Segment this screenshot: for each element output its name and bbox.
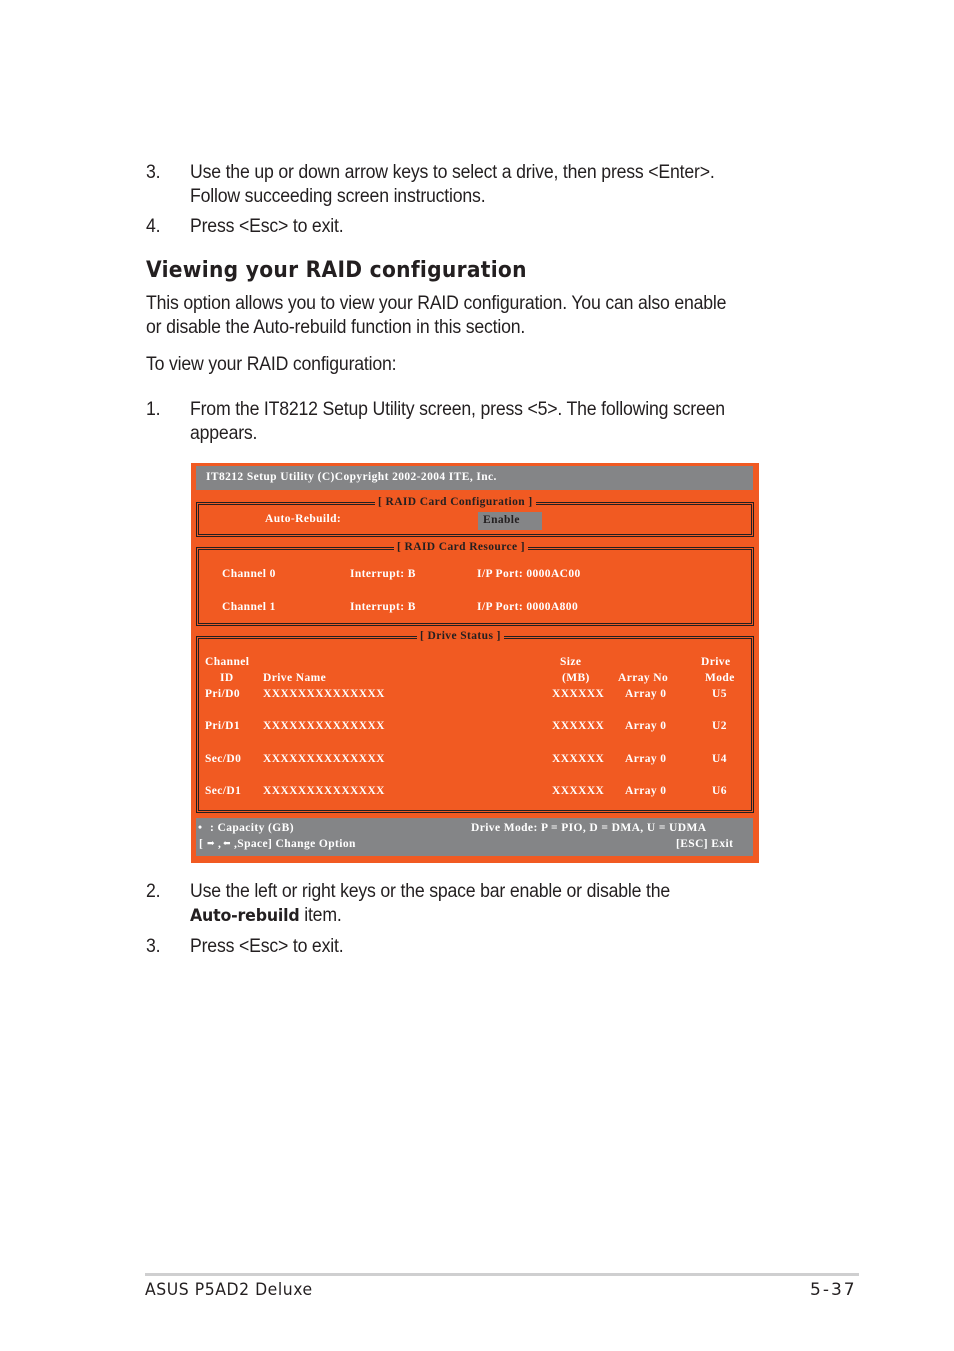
section-heading: Viewing your RAID configuration (146, 258, 527, 283)
header-size-unit: (MB) (562, 672, 590, 684)
header-drive-name: Drive Name (263, 672, 327, 684)
drive-array: Array 0 (625, 688, 667, 700)
raid-config-label: [ RAID Card Configuration ] (375, 495, 536, 509)
step-4-text: Press <Esc> to exit. (190, 216, 344, 237)
resource-panel: [ RAID Card Resource ] (196, 540, 754, 626)
bios-title: IT8212 Setup Utility (C)Copyright 2002-2… (206, 471, 497, 483)
drive-array: Array 0 (625, 720, 667, 732)
drive-size: XXXXXX (552, 753, 605, 765)
drive-mode: U6 (712, 785, 727, 797)
left-arrow-icon: ⬅ (223, 838, 231, 848)
resource-label: [ RAID Card Resource ] (394, 540, 529, 554)
auto-rebuild-value: Enable (483, 514, 520, 526)
step-3b-text: Press <Esc> to exit. (190, 936, 344, 957)
step-3-text-cont: Follow succeeding screen instructions. (190, 186, 486, 207)
to-view-text: To view your RAID configuration: (146, 354, 397, 375)
header-mode: Mode (705, 672, 735, 684)
drive-size: XXXXXX (552, 688, 605, 700)
step-1-text: From the IT8212 Setup Utility screen, pr… (190, 399, 725, 420)
channel-0-name: Channel 0 (222, 568, 276, 580)
drive-id: Pri/D0 (205, 688, 240, 700)
step-3b-number: 3. (146, 936, 161, 957)
step-2-text-cont: Auto-rebuild item. (190, 904, 342, 928)
step-2-text: Use the left or right keys or the space … (190, 881, 671, 902)
footer-divider (145, 1273, 859, 1276)
capacity-legend: : Capacity (GB) (210, 822, 294, 834)
step-1-text-cont: appears. (190, 423, 258, 444)
drive-size: XXXXXX (552, 720, 605, 732)
header-id: ID (220, 672, 234, 684)
page-number: 5-37 (810, 1280, 857, 1300)
drive-id: Pri/D1 (205, 720, 240, 732)
drive-status-label: [ Drive Status ] (417, 629, 504, 643)
drive-mode: U4 (712, 753, 727, 765)
change-option-hint: ,Space] Change Option (234, 838, 356, 850)
intro-line-1: This option allows you to view your RAID… (146, 293, 727, 314)
drive-id: Sec/D1 (205, 785, 242, 797)
header-drive: Drive (701, 656, 731, 668)
auto-rebuild-label: Auto-Rebuild: (265, 513, 342, 525)
channel-0-port: I/P Port: 0000AC00 (477, 568, 581, 580)
bios-screen: IT8212 Setup Utility (C)Copyright 2002-2… (191, 463, 759, 863)
channel-1-port: I/P Port: 0000A800 (477, 601, 579, 613)
drive-name: XXXXXXXXXXXXXX (263, 720, 385, 732)
drive-name: XXXXXXXXXXXXXX (263, 753, 385, 765)
esc-exit-hint: [ESC] Exit (676, 838, 734, 850)
bullet-icon: • (198, 822, 203, 834)
drive-array: Array 0 (625, 785, 667, 797)
header-array-no: Array No (618, 672, 669, 684)
drive-name: XXXXXXXXXXXXXX (263, 785, 385, 797)
drive-name: XXXXXXXXXXXXXX (263, 688, 385, 700)
channel-0-interrupt: Interrupt: B (350, 568, 416, 580)
step-1-number: 1. (146, 399, 161, 420)
channel-1-interrupt: Interrupt: B (350, 601, 416, 613)
header-channel: Channel (205, 656, 250, 668)
channel-1-name: Channel 1 (222, 601, 276, 613)
drive-size: XXXXXX (552, 785, 605, 797)
drive-mode: U5 (712, 688, 727, 700)
auto-rebuild-term: Auto-rebuild (190, 906, 300, 926)
step-3-number: 3. (146, 162, 161, 183)
header-size: Size (560, 656, 582, 668)
keys-prefix: [ (199, 838, 204, 850)
manual-title: ASUS P5AD2 Deluxe (145, 1280, 313, 1300)
intro-line-2: or disable the Auto-rebuild function in … (146, 317, 526, 338)
drive-mode-legend: Drive Mode: P = PIO, D = DMA, U = UDMA (471, 822, 707, 834)
drive-id: Sec/D0 (205, 753, 242, 765)
step-3-text: Use the up or down arrow keys to select … (190, 162, 715, 183)
auto-rebuild-option[interactable]: Enable (478, 512, 542, 530)
drive-array: Array 0 (625, 753, 667, 765)
bios-title-bar: IT8212 Setup Utility (C)Copyright 2002-2… (196, 466, 753, 490)
step-2-text-rest: item. (299, 905, 342, 926)
step-2-number: 2. (146, 881, 161, 902)
drive-mode: U2 (712, 720, 727, 732)
step-4-number: 4. (146, 216, 161, 237)
bios-footer-bar: • : Capacity (GB) Drive Mode: P = PIO, D… (196, 818, 753, 856)
right-arrow-icon: ➡ (207, 838, 215, 848)
